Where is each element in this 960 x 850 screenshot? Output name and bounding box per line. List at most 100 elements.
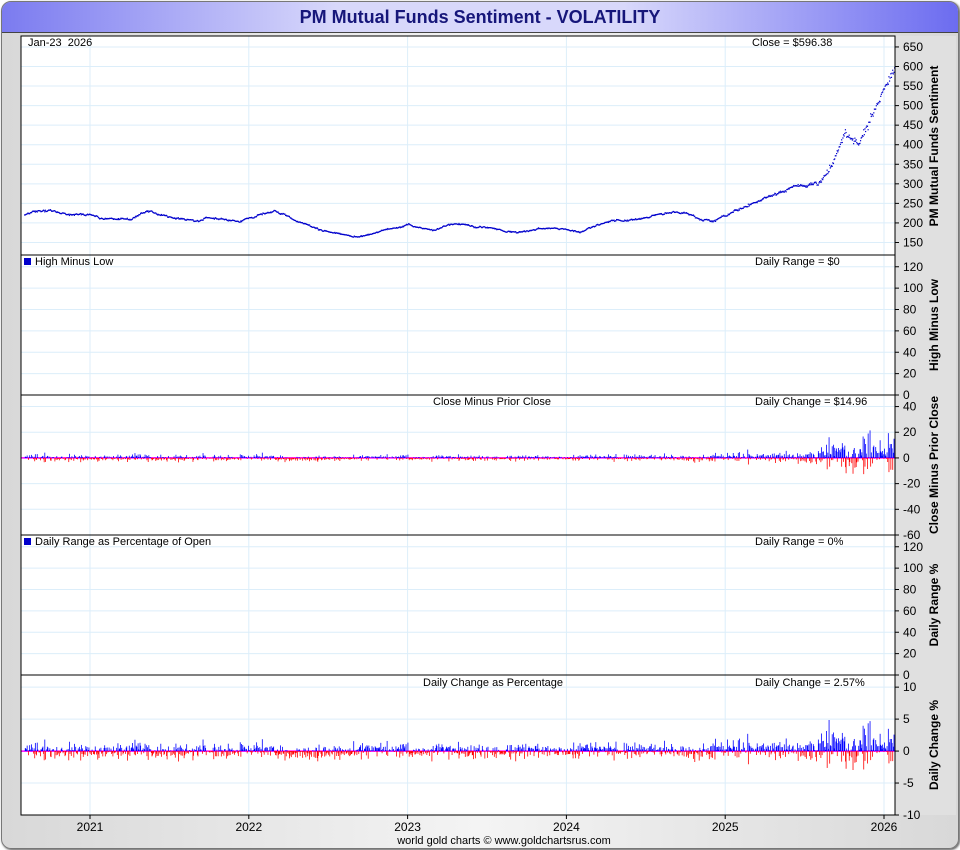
- price-point: [54, 210, 56, 212]
- price-point: [742, 207, 744, 209]
- x-tick-label: 2026: [871, 820, 898, 834]
- price-point: [867, 129, 869, 131]
- price-point: [756, 202, 758, 204]
- price-point: [822, 179, 824, 181]
- price-point: [714, 220, 717, 222]
- y-tick-label: 60: [903, 324, 917, 338]
- price-point: [829, 164, 831, 166]
- price-point: [817, 184, 819, 186]
- price-point: [804, 185, 806, 187]
- dcp-value-label: Daily Change = 2.57%: [755, 677, 865, 689]
- price-point: [779, 190, 782, 192]
- dcp-y-title: Daily Change %: [927, 700, 941, 790]
- price-point: [840, 142, 842, 144]
- price-point: [308, 224, 311, 226]
- price-point: [810, 182, 812, 184]
- price-point: [698, 218, 700, 220]
- price-point: [890, 73, 892, 75]
- y-tick-label: 300: [903, 177, 923, 191]
- price-point: [892, 73, 894, 75]
- price-point: [845, 131, 847, 134]
- price-point: [720, 216, 722, 218]
- y-tick-label: 600: [903, 60, 923, 74]
- y-tick-label: 80: [903, 303, 917, 317]
- price-point: [837, 149, 840, 151]
- y-tick-label: 20: [903, 647, 917, 661]
- price-point: [834, 158, 836, 160]
- price-point: [880, 95, 882, 97]
- footer-credit: world gold charts © www.goldchartsrus.co…: [396, 835, 611, 847]
- price-point: [855, 139, 857, 141]
- y-tick-label: 20: [903, 425, 917, 439]
- price-point: [889, 77, 891, 79]
- price-point: [448, 223, 450, 225]
- price-point: [864, 128, 866, 130]
- y-tick-label: 650: [903, 40, 923, 54]
- price-point: [615, 220, 617, 222]
- price-point: [747, 203, 749, 205]
- x-tick-label: 2022: [235, 820, 262, 834]
- price-point: [317, 227, 319, 230]
- price-point: [97, 215, 99, 218]
- price-point: [839, 146, 841, 148]
- x-tick-label: 2024: [553, 820, 580, 834]
- y-tick-label: 5: [903, 712, 910, 726]
- price-point: [826, 169, 828, 171]
- price-point: [799, 185, 801, 187]
- y-tick-label: -20: [903, 477, 921, 491]
- price-point: [213, 217, 215, 219]
- price-point: [386, 229, 388, 231]
- price-point: [886, 84, 888, 86]
- price-point: [880, 93, 882, 95]
- price-point: [831, 165, 833, 167]
- price-point: [841, 141, 843, 144]
- y-tick-label: -40: [903, 502, 921, 516]
- price-point: [865, 126, 867, 128]
- price-point: [827, 173, 829, 175]
- price-point: [859, 142, 861, 144]
- dcp-center-label: Daily Change as Percentage: [423, 677, 563, 689]
- y-tick-label: 200: [903, 216, 923, 230]
- price-point: [841, 139, 843, 141]
- price-point: [634, 219, 636, 221]
- y-tick-label: 400: [903, 138, 923, 152]
- y-tick-label: 60: [903, 604, 917, 618]
- price-point: [68, 214, 70, 217]
- y-tick-label: -5: [903, 776, 914, 790]
- price-point: [863, 134, 865, 136]
- price-point: [887, 82, 889, 84]
- price-point: [820, 181, 823, 183]
- price-point: [126, 217, 128, 219]
- cmpc-y-title: Close Minus Prior Close: [927, 396, 941, 534]
- price-point: [876, 103, 879, 105]
- price-point: [623, 220, 625, 222]
- hml-value-label: Daily Range = $0: [755, 256, 840, 268]
- price-point: [852, 138, 854, 140]
- price-point: [888, 76, 890, 78]
- y-tick-label: 10: [903, 680, 917, 694]
- y-tick-label: 120: [903, 260, 923, 274]
- price-point: [44, 211, 46, 213]
- price-point: [68, 213, 70, 215]
- y-tick-label: 500: [903, 99, 923, 113]
- price-point: [883, 88, 886, 90]
- cmpc-center-label: Close Minus Prior Close: [433, 396, 551, 408]
- price-point: [708, 219, 710, 221]
- price-point: [853, 140, 855, 142]
- price-point: [858, 144, 860, 146]
- price-point: [783, 191, 785, 193]
- price-point: [891, 72, 893, 74]
- price-point: [134, 217, 136, 219]
- price-point: [137, 215, 139, 217]
- drp-legend: Daily Range as Percentage of Open: [35, 536, 211, 548]
- price-point: [815, 182, 818, 184]
- price-point: [865, 130, 867, 133]
- price-point: [239, 221, 241, 223]
- price-point: [871, 113, 874, 116]
- price-y-title: PM Mutual Funds Sentiment: [927, 66, 941, 227]
- price-point: [878, 102, 880, 104]
- price-point: [607, 221, 609, 224]
- price-point: [863, 129, 865, 131]
- price-point: [809, 184, 811, 186]
- price-point: [892, 69, 894, 71]
